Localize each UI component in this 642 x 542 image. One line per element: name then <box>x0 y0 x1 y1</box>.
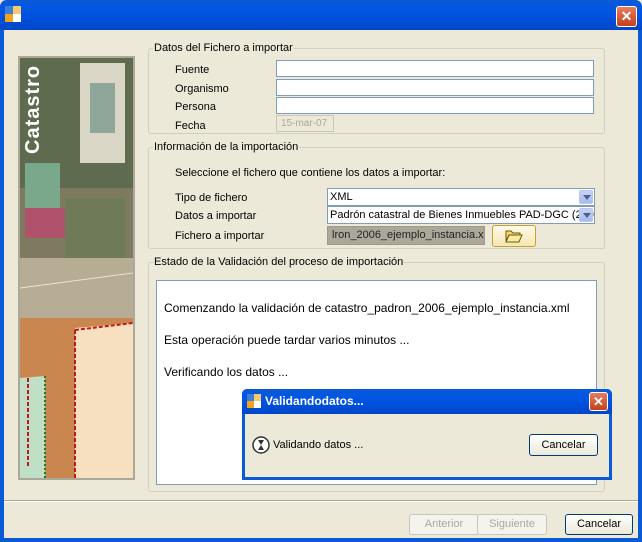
group-estado-legend: Estado de la Validación del proceso de i… <box>153 256 405 268</box>
cancelar-button[interactable]: Cancelar <box>565 514 633 535</box>
group-informacion-legend: Información de la importación <box>153 141 300 153</box>
tipo-fichero-label: Tipo de fichero <box>175 192 248 204</box>
catastro-vertical-text: Catastro <box>22 64 44 154</box>
group-datos-fichero: Datos del Fichero a importar Fuente Orga… <box>148 42 605 134</box>
validation-dialog: Validandodatos... ✕ Validando datos ... … <box>242 389 612 480</box>
persona-label: Persona <box>175 101 216 113</box>
fecha-label: Fecha <box>175 120 206 132</box>
dialog-body: Validando datos ... Cancelar <box>245 414 609 477</box>
browse-file-button[interactable] <box>492 225 536 247</box>
log-line: Verificando los datos ... <box>164 365 289 379</box>
close-button[interactable]: ✕ <box>616 6 637 27</box>
fecha-field: 15-mar-07 <box>276 115 334 132</box>
dialog-message: Validando datos ... <box>273 439 364 451</box>
dialog-title-bar[interactable]: Validandodatos... ✕ <box>242 389 612 414</box>
dialog-app-icon <box>247 394 261 408</box>
log-line: Comenzando la validación de catastro_pad… <box>164 301 570 315</box>
datos-importar-select[interactable]: Padrón catastral de Bienes Inmuebles PAD… <box>327 206 595 224</box>
hourglass-icon <box>252 436 270 454</box>
chevron-down-icon[interactable] <box>579 208 593 222</box>
group-datos-fichero-legend: Datos del Fichero a importar <box>153 42 294 54</box>
folder-open-icon <box>505 230 523 243</box>
fuente-input[interactable] <box>276 60 594 77</box>
title-bar[interactable]: ✕ <box>0 0 642 30</box>
organismo-input[interactable] <box>276 79 594 96</box>
tipo-fichero-value: XML <box>330 191 353 203</box>
fuente-label: Fuente <box>175 64 210 76</box>
fichero-importar-label: Fichero a importar <box>175 230 265 242</box>
tipo-fichero-select[interactable]: XML <box>327 188 595 206</box>
catastro-aerial-image: Catastro <box>18 56 135 480</box>
siguiente-button[interactable]: Siguiente <box>477 514 547 535</box>
datos-importar-label: Datos a importar <box>175 210 257 222</box>
dialog-title: Validandodatos... <box>265 394 364 408</box>
organismo-label: Organismo <box>175 83 229 95</box>
datos-importar-value: Padrón catastral de Bienes Inmuebles PAD… <box>330 209 595 221</box>
dialog-close-button[interactable]: ✕ <box>589 392 608 411</box>
fichero-importar-field: lron_2006_ejemplo_instancia.xml <box>327 226 485 245</box>
log-line: Esta operación puede tardar varios minut… <box>164 333 410 347</box>
group-informacion-importacion: Información de la importación Seleccione… <box>148 141 605 249</box>
dialog-cancel-button[interactable]: Cancelar <box>529 434 598 456</box>
app-icon <box>5 6 21 22</box>
chevron-down-icon[interactable] <box>579 190 593 204</box>
persona-input[interactable] <box>276 97 594 114</box>
bottom-separator <box>4 500 638 502</box>
instruction-text: Seleccione el fichero que contiene los d… <box>175 167 446 179</box>
anterior-button[interactable]: Anterior <box>409 514 479 535</box>
